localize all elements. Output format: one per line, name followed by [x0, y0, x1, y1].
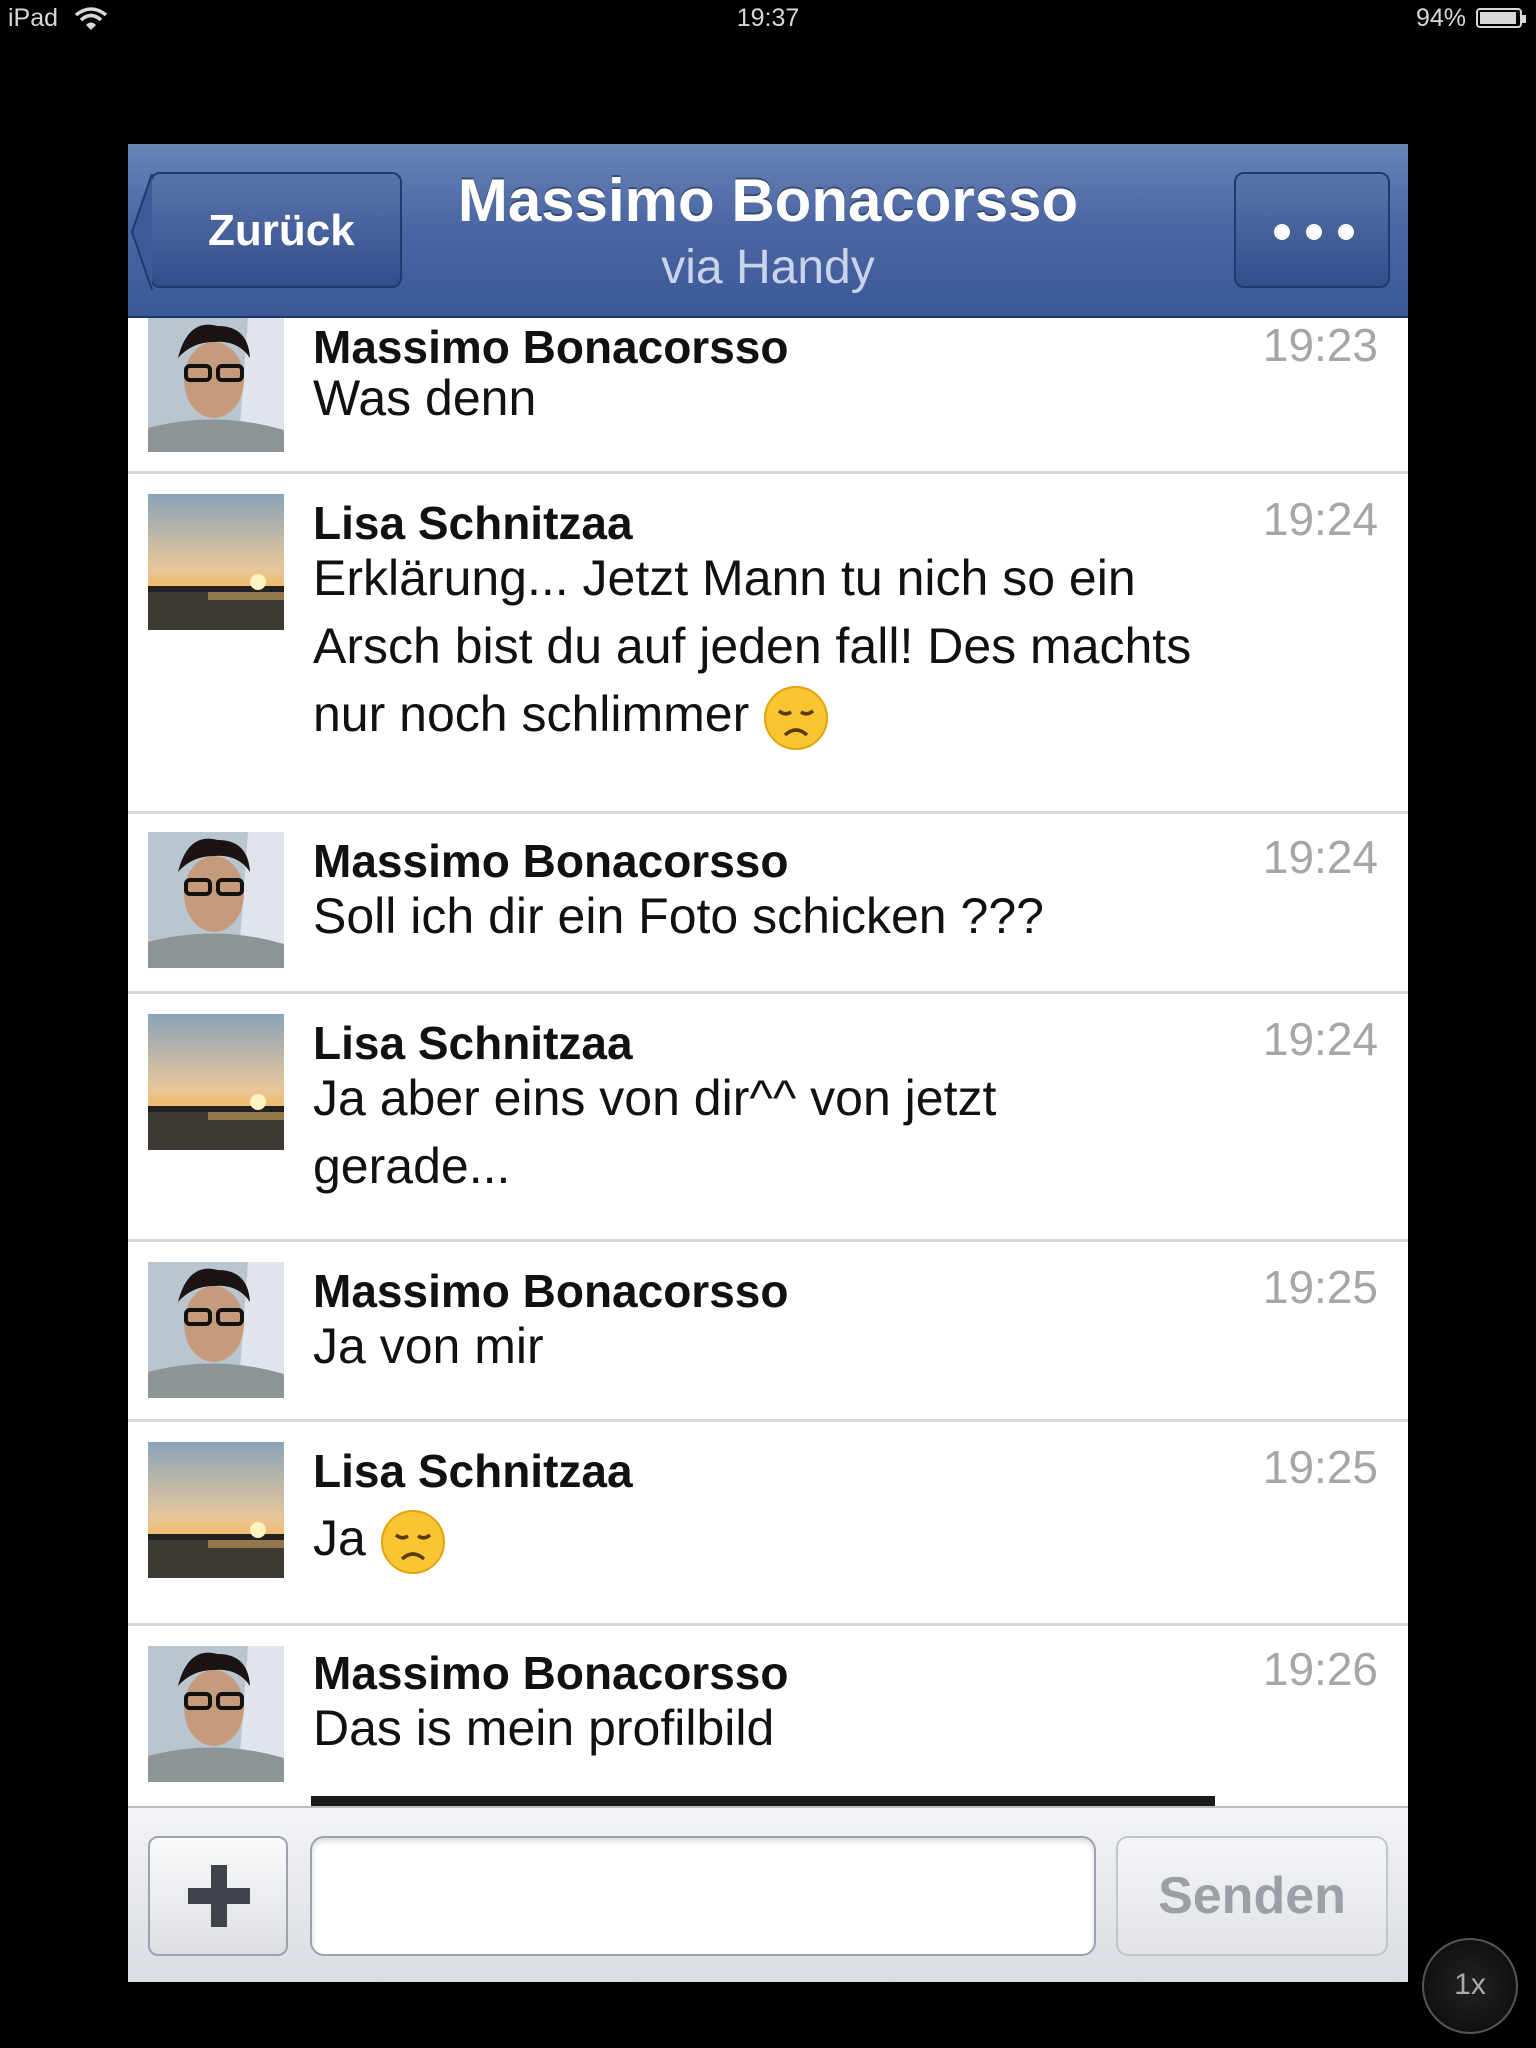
message-row: Lisa Schnitzaa 19:24 Ja aber eins von di…: [128, 994, 1408, 1242]
avatar-massimo: [148, 1646, 284, 1782]
avatar-massimo: [148, 1262, 284, 1398]
message-text: Das is mein profilbild: [313, 1700, 775, 1756]
messenger-window: Zurück Massimo Bonacorsso via Handy Mass…: [128, 144, 1408, 1982]
message-text: Ja aber eins von dir^^ von jetzt gerade.…: [313, 1070, 997, 1194]
message-row: Lisa Schnitzaa 19:25 Ja: [128, 1422, 1408, 1626]
send-button[interactable]: Senden: [1116, 1836, 1388, 1956]
status-bar: iPad 19:37 94%: [0, 0, 1536, 40]
avatar-massimo: [148, 318, 284, 452]
message-time: 19:24: [1262, 493, 1378, 545]
message-row: Massimo Bonacorsso 19:24 Soll ich dir ei…: [128, 814, 1408, 994]
zoom-toggle-button[interactable]: 1x: [1422, 1938, 1518, 2034]
sender-name: Massimo Bonacorsso: [313, 835, 789, 887]
battery-icon: [1476, 8, 1526, 28]
message-time: 19:24: [1262, 1013, 1378, 1065]
sender-name: Lisa Schnitzaa: [313, 1017, 633, 1069]
message-text: Ja: [313, 1504, 1263, 1575]
conversation-title: Massimo Bonacorsso: [457, 167, 1079, 234]
message-time: 19:24: [1262, 831, 1378, 883]
battery-percent: 94%: [1415, 4, 1466, 32]
avatar-massimo: [148, 832, 284, 968]
clock: 19:37: [736, 4, 800, 32]
message-row: Massimo Bonacorsso 19:26 Das is mein pro…: [128, 1626, 1408, 1806]
sender-name: Massimo Bonacorsso: [313, 1647, 789, 1699]
avatar-lisa: [148, 1014, 284, 1150]
disappointed-face-icon: [380, 1509, 446, 1575]
message-time: 19:25: [1262, 1441, 1378, 1493]
message-time: 19:23: [1262, 319, 1378, 371]
photo-attachment[interactable]: [311, 1796, 1215, 1806]
message-text: Soll ich dir ein Foto schicken ???: [313, 888, 1044, 944]
composer-bar: Senden: [128, 1806, 1408, 1982]
ellipsis-icon: [1274, 224, 1290, 240]
nav-bar: Zurück Massimo Bonacorsso via Handy: [128, 144, 1408, 318]
message-row: Massimo Bonacorsso 19:23 Was denn: [128, 318, 1408, 474]
conversation-subtitle: via Handy: [661, 241, 875, 294]
message-text: Erklärung... Jetzt Mann tu nich so ein A…: [313, 544, 1263, 751]
message-text: Was denn: [313, 370, 537, 426]
disappointed-face-icon: [763, 685, 829, 751]
sender-name: Lisa Schnitzaa: [313, 1445, 633, 1497]
avatar-lisa: [148, 494, 284, 630]
sender-name: Massimo Bonacorsso: [313, 1265, 789, 1317]
message-text: Ja von mir: [313, 1318, 544, 1374]
message-time: 19:26: [1262, 1643, 1378, 1695]
avatar-lisa: [148, 1442, 284, 1578]
message-thread[interactable]: Massimo Bonacorsso 19:23 Was denn Lisa S…: [128, 318, 1408, 1806]
attach-button[interactable]: [148, 1836, 288, 1956]
message-row: Massimo Bonacorsso 19:25 Ja von mir: [128, 1242, 1408, 1422]
message-row: Lisa Schnitzaa 19:24 Erklärung... Jetzt …: [128, 474, 1408, 814]
message-time: 19:25: [1262, 1261, 1378, 1313]
more-button[interactable]: [1234, 172, 1390, 288]
message-input[interactable]: [310, 1836, 1096, 1956]
sender-name: Lisa Schnitzaa: [313, 497, 633, 549]
